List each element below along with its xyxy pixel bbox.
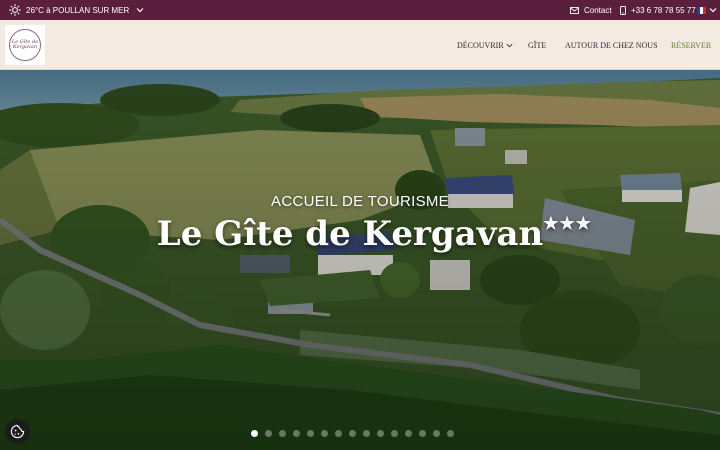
fr-flag-icon [697,6,706,14]
slider-dot[interactable] [307,430,314,437]
mail-icon [570,6,579,14]
hero-text: ACCUEIL DE TOURISME Le Gîte de Kergavan ★… [0,193,720,254]
slider-dot[interactable] [377,430,384,437]
weather-dropdown[interactable]: 26°C à POULLAN SUR MER [9,0,144,20]
nav-gite-label: GÎTE [528,40,547,50]
slider-dot[interactable] [335,430,342,437]
weather-text: 26°C à POULLAN SUR MER [26,5,130,15]
chevron-down-icon [506,43,513,47]
language-selector[interactable] [697,0,717,20]
phone-number: +33 6 78 78 55 77 [631,5,696,15]
slider-dot[interactable] [251,430,258,437]
rating-stars: ★★★ [543,214,592,234]
slider-dot[interactable] [419,430,426,437]
slider-dot[interactable] [433,430,440,437]
chevron-down-icon [709,8,717,13]
top-bar: 26°C à POULLAN SUR MER Contact +33 6 78 … [0,0,720,20]
slider-pagination [251,430,454,437]
nav-decouvrir[interactable]: DÉCOUVRIR [457,20,513,70]
hero-title: Le Gîte de Kergavan ★★★ [156,214,591,254]
phone-icon [620,5,626,15]
nav-autour[interactable]: AUTOUR DE CHEZ NOUS [565,20,658,70]
nav-gite[interactable]: GÎTE [528,20,546,70]
slider-dot[interactable] [265,430,272,437]
slider-dot[interactable] [405,430,412,437]
main-header: Le Gîte de Kergavan DÉCOUVRIR GÎTE AUTOUR… [0,20,720,70]
contact-label: Contact [584,5,612,15]
hero-title-text: Le Gîte de Kergavan [156,214,544,254]
nav-reserver[interactable]: RÉSERVER [671,20,711,70]
slider-dot[interactable] [349,430,356,437]
chevron-down-icon [136,8,144,13]
slider-dot[interactable] [447,430,454,437]
site-logo[interactable]: Le Gîte de Kergavan [5,25,45,65]
hero-banner: ACCUEIL DE TOURISME Le Gîte de Kergavan ★… [0,70,720,450]
slider-dot[interactable] [293,430,300,437]
contact-link[interactable]: Contact [570,0,612,20]
hero-subtitle: ACCUEIL DE TOURISME [271,193,449,210]
logo-badge: Le Gîte de Kergavan [9,29,41,61]
cookie-icon [10,424,25,439]
nav-decouvrir-label: DÉCOUVRIR [457,40,504,50]
slider-dot[interactable] [321,430,328,437]
slider-dot[interactable] [363,430,370,437]
nav-reserver-label: RÉSERVER [671,40,712,50]
slider-dot[interactable] [279,430,286,437]
nav-autour-label: AUTOUR DE CHEZ NOUS [565,40,658,50]
hero-landscape-image [0,70,720,450]
phone-link[interactable]: +33 6 78 78 55 77 [620,0,696,20]
sun-icon [9,4,21,16]
slider-dot[interactable] [391,430,398,437]
cookie-settings-button[interactable] [5,419,30,444]
